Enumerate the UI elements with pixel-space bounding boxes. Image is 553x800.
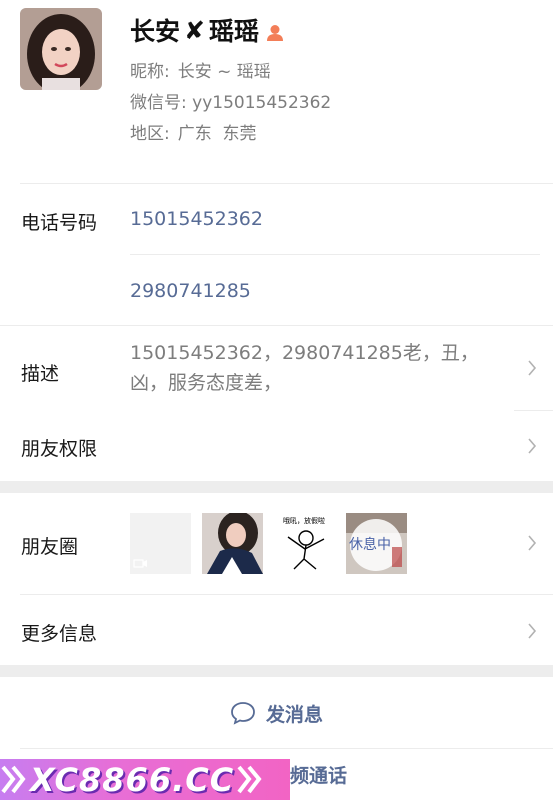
phone-number-2[interactable]: 2980741285 bbox=[130, 280, 251, 302]
name-part-1: 长安 bbox=[130, 17, 181, 46]
moment-caption: 哦吼，放假啦 bbox=[283, 516, 325, 525]
description-text: 15015452362，2980741285老，丑， 凶，服务态度差， bbox=[130, 338, 479, 398]
nickname-value: 长安 ~ 瑶瑶 bbox=[177, 62, 271, 82]
moment-caption: 休息中 bbox=[349, 536, 391, 553]
wechat-id-value: yy15015452362 bbox=[192, 93, 332, 113]
moments-label: 朋友圈 bbox=[21, 536, 79, 558]
send-message-button[interactable]: 发消息 bbox=[0, 677, 553, 749]
video-call-label: 频通话 bbox=[290, 765, 348, 787]
more-info-row[interactable]: 更多信息 bbox=[0, 595, 553, 665]
wechat-id-label: 微信号: bbox=[130, 93, 187, 113]
moment-thumbnail[interactable] bbox=[202, 513, 263, 574]
wechat-id-line: 微信号: yy15015452362 bbox=[130, 88, 331, 113]
double-chevron-icon bbox=[237, 765, 262, 794]
send-message-label: 发消息 bbox=[265, 703, 323, 726]
moment-thumbnail[interactable] bbox=[130, 513, 191, 574]
profile-header: 长安 ✘ 瑶瑶 昵称: 长安 ~ 瑶瑶 微信号: yy15015452362 地区… bbox=[0, 0, 553, 183]
region-line: 地区: 广东 东莞 bbox=[130, 119, 257, 144]
description-row[interactable]: 描述 15015452362，2980741285老，丑， 凶，服务态度差， bbox=[0, 326, 553, 410]
watermark-banner: XC8866.CC bbox=[0, 759, 290, 800]
moment-thumbnail[interactable]: 休息中 bbox=[346, 513, 407, 574]
phone-number-1[interactable]: 15015452362 bbox=[130, 208, 263, 230]
friend-permissions-row[interactable]: 朋友权限 bbox=[0, 411, 553, 481]
moments-thumbnails: 哦吼，放假啦 休息中 bbox=[130, 513, 407, 574]
chevron-right-icon bbox=[528, 438, 537, 454]
chevron-right-icon bbox=[528, 623, 537, 639]
watermark-text: XC8866.CC bbox=[30, 760, 235, 799]
section-gap bbox=[0, 665, 553, 677]
section-gap bbox=[0, 481, 553, 493]
avatar[interactable] bbox=[20, 8, 102, 90]
name-part-2: 瑶瑶 bbox=[208, 17, 259, 46]
region-label: 地区: bbox=[130, 124, 170, 144]
friend-permissions-label: 朋友权限 bbox=[21, 438, 98, 460]
nickname-label: 昵称: bbox=[130, 62, 170, 82]
description-label: 描述 bbox=[21, 363, 60, 385]
double-chevron-icon bbox=[1, 765, 26, 794]
description-line-1: 15015452362，2980741285老，丑， bbox=[130, 342, 479, 364]
name-separator: ✘ bbox=[184, 15, 205, 45]
chat-bubble-icon bbox=[231, 702, 255, 725]
chevron-right-icon bbox=[528, 535, 537, 551]
phone-label: 电话号码 bbox=[21, 212, 98, 234]
divider bbox=[130, 254, 540, 255]
profile-name: 长安 ✘ 瑶瑶 bbox=[130, 12, 285, 48]
region-value: 广东 东莞 bbox=[177, 124, 257, 144]
more-info-label: 更多信息 bbox=[21, 623, 98, 645]
chevron-right-icon bbox=[528, 360, 537, 376]
moment-thumbnail[interactable]: 哦吼，放假啦 bbox=[274, 513, 335, 574]
phone-section: 电话号码 15015452362 2980741285 bbox=[0, 184, 553, 325]
female-icon bbox=[265, 20, 285, 41]
nickname-line: 昵称: 长安 ~ 瑶瑶 bbox=[130, 57, 271, 82]
description-line-2: 凶，服务态度差， bbox=[130, 372, 283, 394]
